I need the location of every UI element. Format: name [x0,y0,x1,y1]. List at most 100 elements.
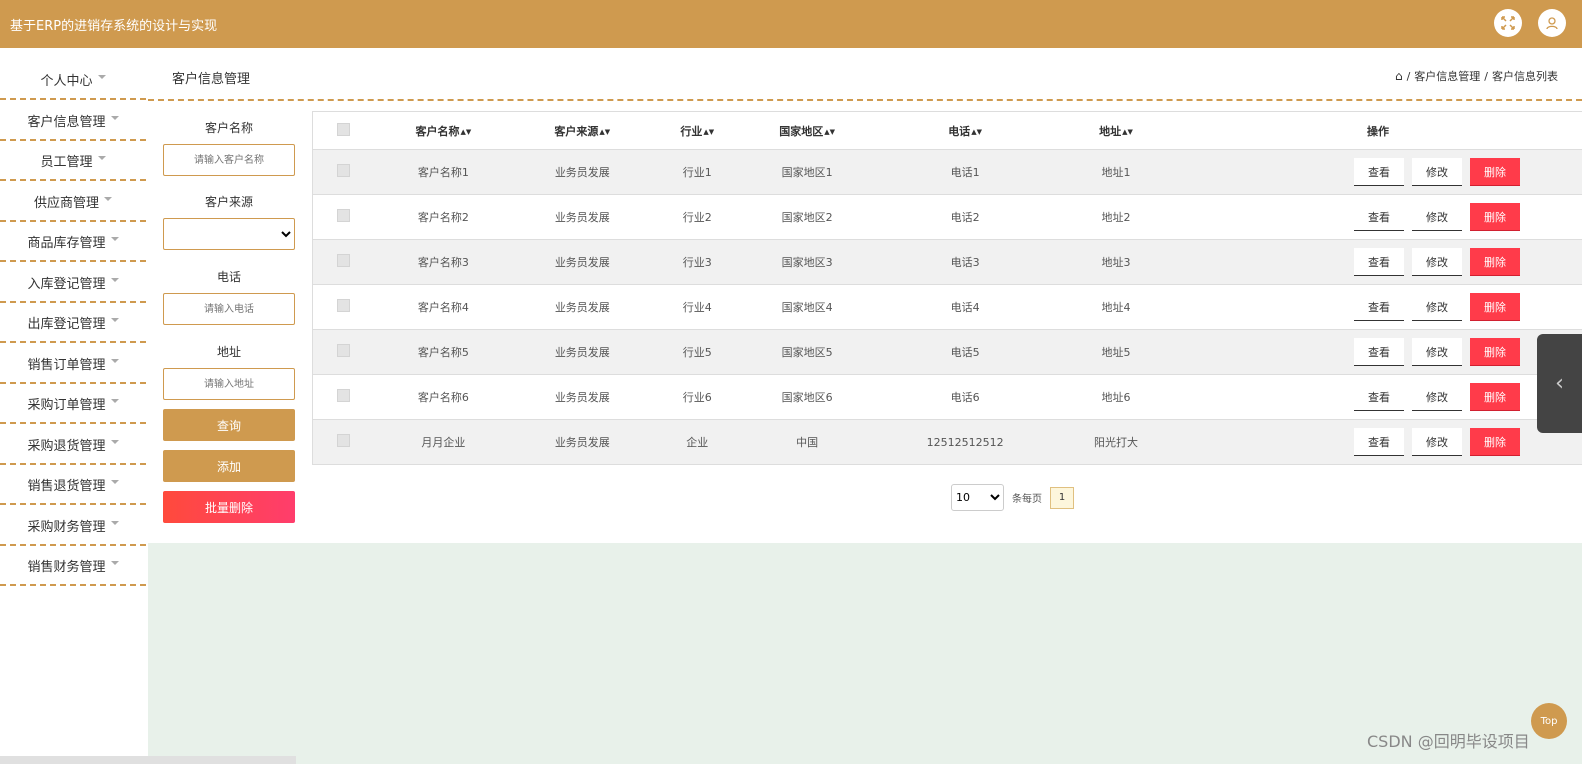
sidebar-item-outbound[interactable]: 出库登记管理 [0,303,146,343]
caret-down-icon [110,237,119,241]
row-select-cell [312,374,375,420]
table-cell-source: 业务员发展 [512,374,653,420]
delete-button[interactable]: 删除 [1469,248,1520,276]
sidebar-item-supplier[interactable]: 供应商管理 [0,182,146,222]
column-header-phone[interactable]: 电话▲▼ [872,111,1059,150]
view-button[interactable]: 查看 [1353,248,1404,276]
sort-icon: ▲▼ [824,127,836,136]
sort-icon: ▲▼ [971,127,982,136]
row-checkbox[interactable] [337,254,351,267]
row-checkbox[interactable] [337,299,351,312]
back-to-top-button[interactable]: Top [1531,703,1567,739]
batch-delete-button[interactable]: 批量删除 [163,491,295,523]
row-select-cell [312,329,375,375]
sidebar-item-personal-center[interactable]: 个人中心 [0,60,146,100]
horizontal-scrollbar[interactable] [0,756,296,764]
row-checkbox[interactable] [337,389,351,402]
sidebar-item-purchase-return[interactable]: 采购退货管理 [0,425,146,465]
sidebar: 个人中心 客户信息管理 员工管理 供应商管理 商品库存管理 入库登记管理 出库登… [0,48,296,764]
table-row: 客户名称3 业务员发展 行业3 国家地区3 电话3 地址3 查看 修改 删除 [312,239,1582,285]
column-header-source[interactable]: 客户来源▲▼ [512,111,653,150]
edit-button[interactable]: 修改 [1411,338,1462,366]
home-icon[interactable]: ⌂ [1395,69,1403,83]
caret-down-icon [104,197,112,201]
table-row: 月月企业 业务员发展 企业 中国 12512512512 阳光打大 查看 修改 删除 [312,419,1582,465]
delete-button[interactable]: 删除 [1469,428,1520,456]
column-header-industry[interactable]: 行业▲▼ [652,111,743,150]
breadcrumb-item[interactable]: 客户信息管理 [1414,68,1480,84]
sidebar-item-label: 出库登记管理 [27,316,106,332]
view-button[interactable]: 查看 [1353,293,1404,321]
sidebar-item-employee[interactable]: 员工管理 [0,141,146,181]
row-checkbox[interactable] [337,344,351,357]
sidebar-item-label: 采购订单管理 [27,397,106,413]
table-cell-name: 客户名称3 [374,239,513,285]
table-cell-region: 国家地区3 [742,239,873,285]
delete-button[interactable]: 删除 [1469,383,1520,411]
column-header-region[interactable]: 国家地区▲▼ [742,111,873,150]
column-header-label: 地址 [1099,124,1122,138]
page-header: 客户信息管理 ⌂ / 客户信息管理 / 客户信息列表 [148,48,1582,101]
row-actions-cell: 查看 修改 删除 [1173,239,1582,285]
sidebar-item-purchase-finance[interactable]: 采购财务管理 [0,506,146,546]
select-all-checkbox[interactable] [337,122,351,136]
sidebar-item-label: 入库登记管理 [27,276,106,292]
phone-input[interactable] [163,293,295,325]
user-avatar-icon[interactable] [1538,9,1566,37]
sidebar-item-inbound[interactable]: 入库登记管理 [0,263,146,303]
table-cell-region: 国家地区1 [742,149,873,195]
edit-button[interactable]: 修改 [1411,158,1462,186]
delete-button[interactable]: 删除 [1469,338,1520,366]
table-cell-address: 地址3 [1058,239,1174,285]
sidebar-item-label: 供应商管理 [33,195,99,211]
table-cell-name: 客户名称4 [374,284,513,330]
customer-name-input[interactable] [163,144,295,176]
page-size-select[interactable]: 10 [951,484,1004,511]
fullscreen-icon[interactable] [1494,9,1522,37]
view-button[interactable]: 查看 [1353,383,1404,411]
table-cell-phone: 电话3 [872,239,1059,285]
row-checkbox[interactable] [337,209,351,222]
edit-button[interactable]: 修改 [1411,428,1462,456]
sidebar-item-sales-order[interactable]: 销售订单管理 [0,344,146,384]
view-button[interactable]: 查看 [1353,158,1404,186]
sidebar-item-purchase-order[interactable]: 采购订单管理 [0,384,146,424]
breadcrumb: ⌂ / 客户信息管理 / 客户信息列表 [1395,68,1558,84]
view-button[interactable]: 查看 [1353,203,1404,231]
sidebar-item-customer[interactable]: 客户信息管理 [0,101,146,141]
sidebar-item-inventory[interactable]: 商品库存管理 [0,222,146,262]
sidebar-item-sales-return[interactable]: 销售退货管理 [0,465,146,505]
customer-source-select[interactable] [163,218,295,250]
page-number-button[interactable]: 1 [1050,486,1074,509]
column-header-address[interactable]: 地址▲▼ [1058,111,1174,150]
row-checkbox[interactable] [337,434,351,447]
edit-button[interactable]: 修改 [1411,293,1462,321]
edit-button[interactable]: 修改 [1411,248,1462,276]
row-actions-cell: 查看 修改 删除 [1173,194,1582,240]
sort-icon: ▲▼ [460,127,472,136]
row-actions: 查看 修改 删除 [1174,203,1582,231]
side-drawer-toggle[interactable]: ‹ [1537,334,1582,433]
delete-button[interactable]: 删除 [1469,293,1520,321]
row-checkbox[interactable] [337,164,351,177]
view-button[interactable]: 查看 [1353,338,1404,366]
search-panel: 客户名称 客户来源 电话 地址 查询 添加 批量删除 [163,110,295,523]
sidebar-item-label: 员工管理 [40,154,93,170]
query-button[interactable]: 查询 [163,409,295,441]
column-header-name[interactable]: 客户名称▲▼ [374,111,513,150]
column-header-label: 客户来源 [554,124,599,138]
add-button[interactable]: 添加 [163,450,295,482]
delete-button[interactable]: 删除 [1469,158,1520,186]
sidebar-item-label: 采购退货管理 [27,438,106,454]
address-input[interactable] [163,368,295,400]
edit-button[interactable]: 修改 [1411,203,1462,231]
edit-button[interactable]: 修改 [1411,383,1462,411]
delete-button[interactable]: 删除 [1469,203,1520,231]
column-header-label: 客户名称 [415,124,460,138]
sidebar-item-sales-finance[interactable]: 销售财务管理 [0,546,146,586]
view-button[interactable]: 查看 [1353,428,1404,456]
column-header-label: 电话 [948,124,971,138]
caret-down-icon [110,278,119,282]
table-cell-region: 国家地区4 [742,284,873,330]
breadcrumb-item: 客户信息列表 [1492,70,1558,83]
